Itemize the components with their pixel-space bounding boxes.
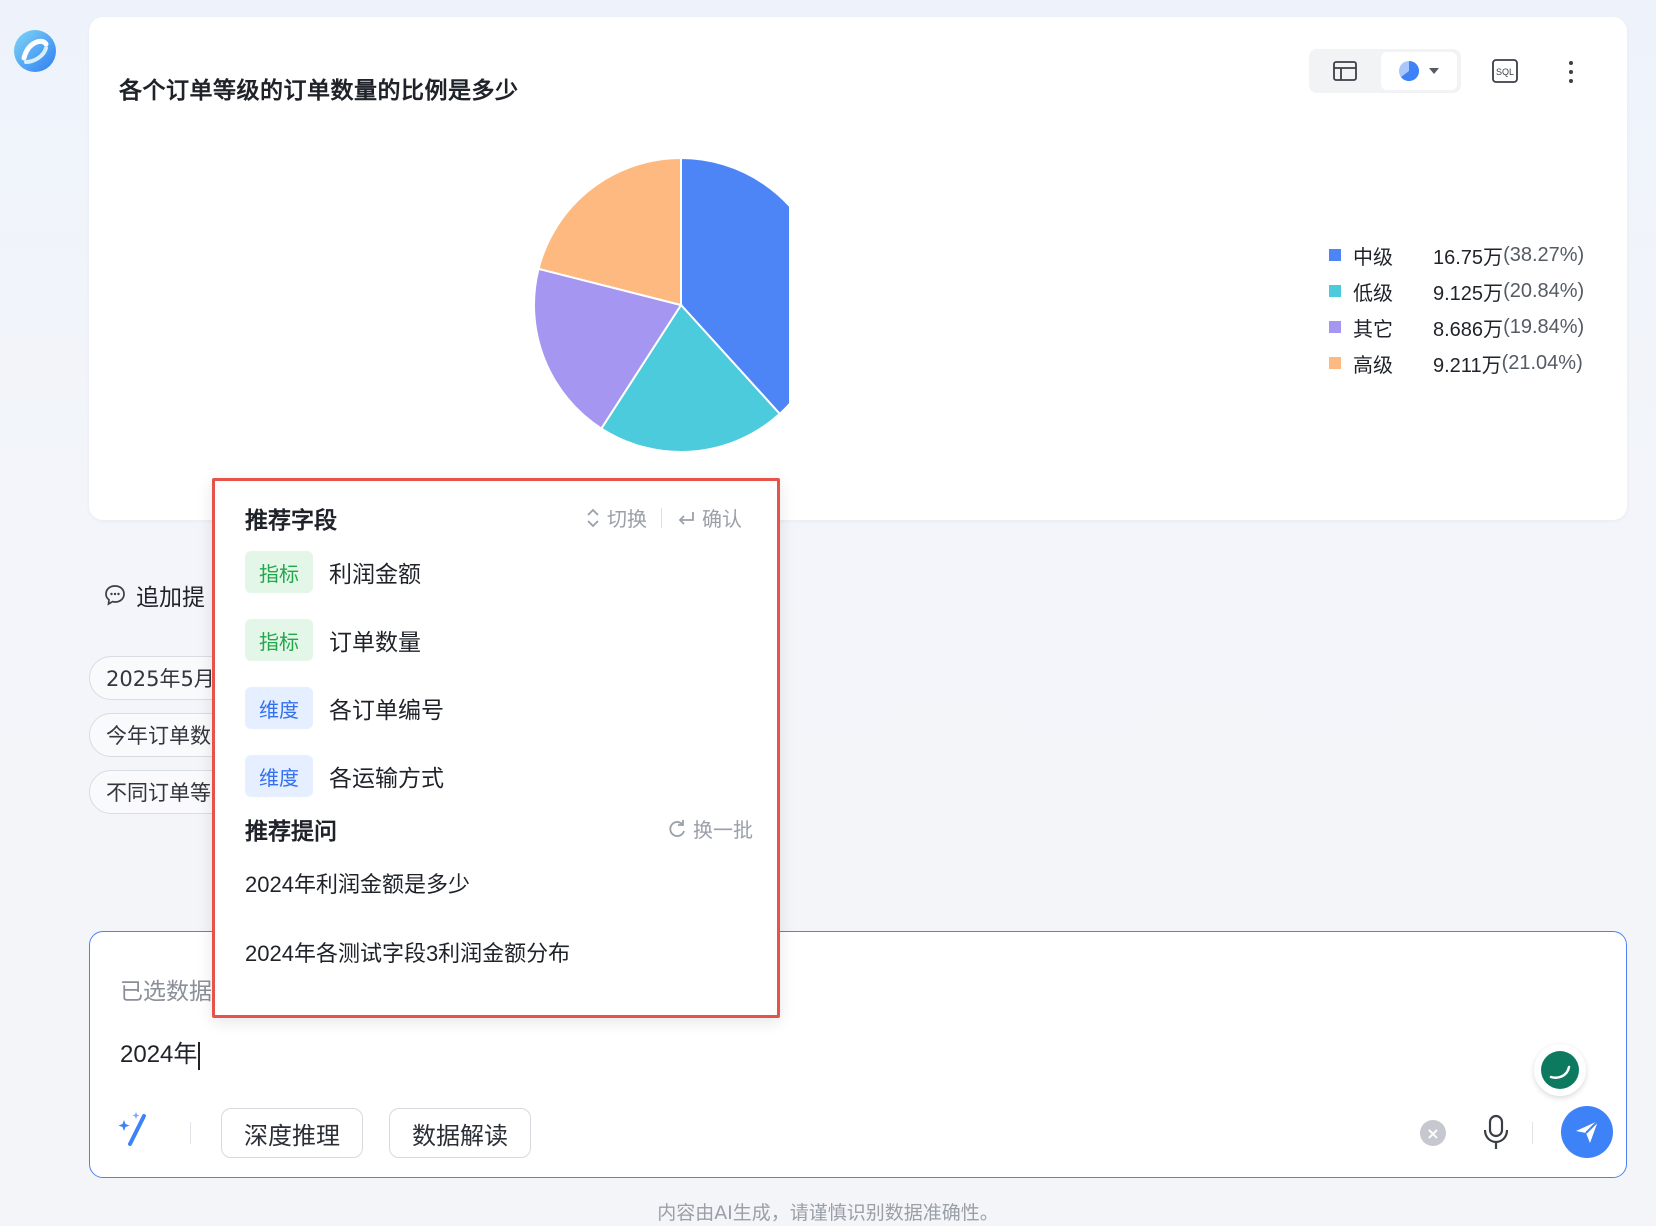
field-name: 各订单编号: [329, 698, 444, 724]
sql-button[interactable]: SQL: [1489, 55, 1521, 87]
query-input[interactable]: 2024年: [120, 1034, 201, 1070]
selected-data-label[interactable]: 已选数据: [120, 972, 212, 1006]
legend-item[interactable]: 低级 9.125万 (20.84%): [1329, 273, 1599, 309]
pie-chart-icon: [1399, 61, 1419, 81]
app-logo: [14, 30, 56, 72]
field-item[interactable]: 指标 利润金额: [245, 551, 421, 593]
legend-swatch: [1329, 321, 1341, 333]
legend-item[interactable]: 其它 8.686万 (19.84%): [1329, 309, 1599, 345]
field-name: 各运输方式: [329, 766, 444, 792]
suggested-question[interactable]: 2024年各测试字段3利润金额分布: [245, 936, 570, 968]
assistant-float-button[interactable]: [1534, 1044, 1586, 1096]
legend-swatch: [1329, 249, 1341, 261]
refresh-batch-button[interactable]: 换一批: [667, 814, 753, 843]
legend-percent: (19.84%): [1503, 315, 1585, 338]
switch-hint: 切换 确认: [585, 503, 742, 532]
field-item[interactable]: 指标 订单数量: [245, 619, 421, 661]
view-toggle-group: [1309, 49, 1461, 93]
more-vertical-icon[interactable]: [1559, 55, 1583, 89]
magic-wand-icon[interactable]: [116, 1110, 152, 1150]
field-item[interactable]: 维度 各订单编号: [245, 687, 444, 729]
up-down-icon: [587, 508, 599, 527]
ai-disclaimer: 内容由AI生成，请谨慎识别数据准确性。: [657, 1202, 999, 1224]
chart-type-select[interactable]: [1381, 52, 1457, 90]
divider: [190, 1122, 191, 1144]
table-view-button[interactable]: [1309, 49, 1381, 93]
legend-label: 其它: [1353, 316, 1393, 341]
send-button[interactable]: [1561, 1106, 1613, 1158]
followup-header: 追加提: [104, 578, 205, 612]
suggestion-popup: 推荐字段 切换 确认 指标 利润金额 指标 订单数量 维度 各订单编号 维度 各…: [212, 478, 780, 1018]
chat-bubble-icon: [105, 585, 125, 606]
field-name: 利润金额: [329, 562, 421, 588]
legend-percent: (20.84%): [1503, 279, 1585, 302]
enter-icon: [678, 511, 694, 525]
metric-tag: 指标: [245, 619, 313, 661]
legend-value: 16.75万: [1433, 246, 1504, 269]
table-icon: [1333, 61, 1357, 81]
clear-icon[interactable]: ×: [1420, 1120, 1446, 1146]
legend-label: 中级: [1353, 244, 1393, 269]
suggested-question[interactable]: 2024年利润金额是多少: [245, 867, 470, 899]
legend-value: 8.686万: [1433, 318, 1504, 341]
caret-down-icon: [1429, 68, 1439, 74]
legend-item[interactable]: 高级 9.211万 (21.04%): [1329, 345, 1599, 381]
legend-percent: (21.04%): [1501, 351, 1583, 374]
legend-label: 低级: [1353, 280, 1393, 305]
refresh-icon: [669, 819, 685, 837]
dimension-tag: 维度: [245, 687, 313, 729]
field-item[interactable]: 维度 各运输方式: [245, 755, 444, 797]
divider: [1532, 1122, 1533, 1144]
legend-percent: (38.27%): [1503, 243, 1585, 266]
sql-label: SQL: [1496, 67, 1514, 77]
legend-swatch: [1329, 285, 1341, 297]
legend-swatch: [1329, 357, 1341, 369]
send-icon: [1576, 1120, 1599, 1143]
chart-legend: 中级 16.75万 (38.27%) 低级 9.125万 (20.84%) 其它 8.686万…: [1329, 237, 1599, 381]
pie-chart: [533, 156, 789, 453]
microphone-icon[interactable]: [1480, 1112, 1512, 1152]
sql-icon: SQL: [1492, 59, 1518, 83]
followup-label: 追加提: [136, 585, 205, 611]
recommended-fields-title: 推荐字段: [245, 508, 337, 534]
legend-value: 9.125万: [1433, 282, 1504, 305]
legend-value: 9.211万: [1433, 354, 1502, 377]
field-name: 订单数量: [329, 630, 421, 656]
chat-assistant-icon: [1541, 1051, 1579, 1089]
chart-card: 各个订单等级的订单数量的比例是多少 SQL 中级 16.75万 (38.27%)…: [89, 17, 1627, 520]
legend-label: 高级: [1353, 352, 1393, 377]
metric-tag: 指标: [245, 551, 313, 593]
legend-item[interactable]: 中级 16.75万 (38.27%): [1329, 237, 1599, 273]
text-caret: [198, 1041, 201, 1070]
dimension-tag: 维度: [245, 755, 313, 797]
recommended-questions-title: 推荐提问: [245, 819, 337, 845]
data-interpretation-button[interactable]: 数据解读: [389, 1108, 531, 1158]
deep-reasoning-button[interactable]: 深度推理: [221, 1108, 363, 1158]
